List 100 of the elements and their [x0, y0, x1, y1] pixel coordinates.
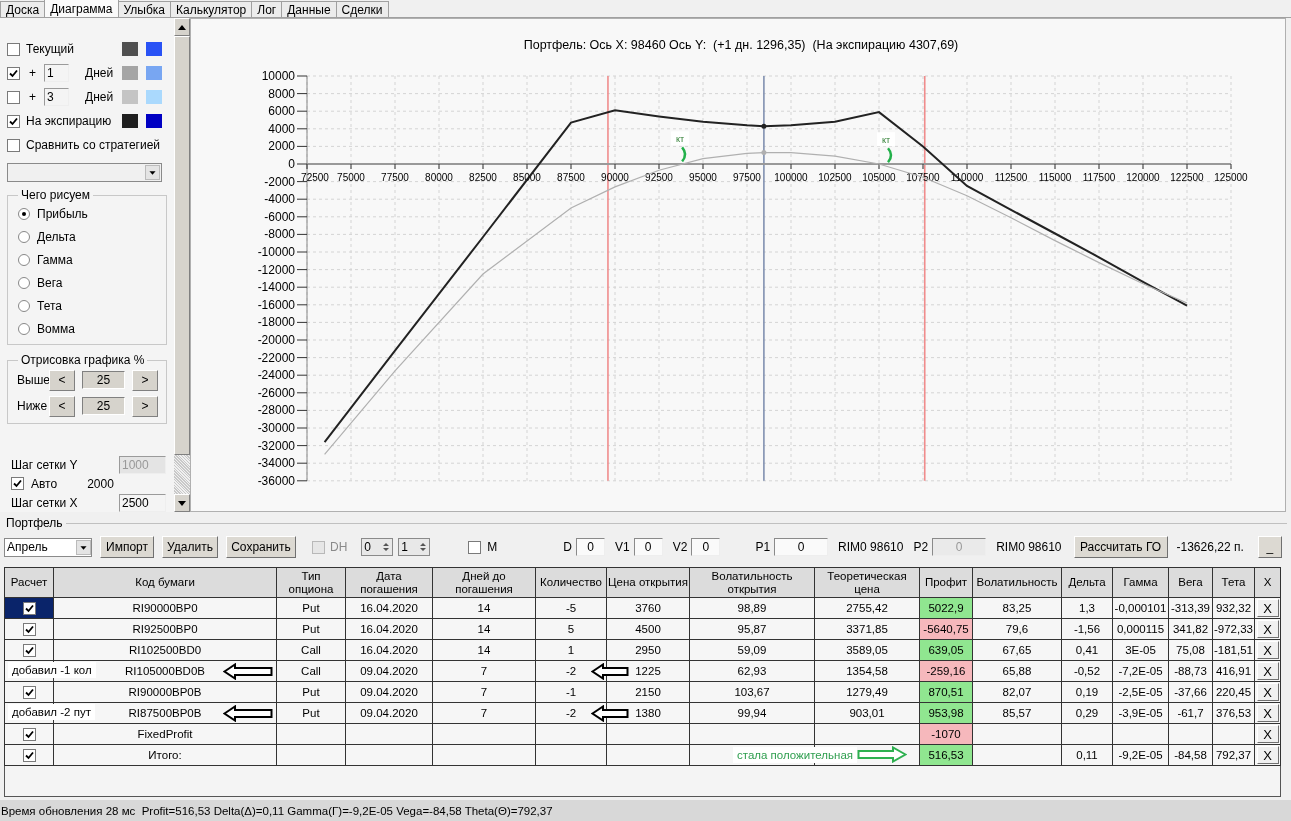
selector-cell[interactable]: [4, 639, 54, 661]
tick-label: 0: [288, 157, 295, 171]
column-header: Волатильность открытия: [689, 567, 815, 598]
selector-cell[interactable]: [4, 681, 54, 703]
tab[interactable]: Лог: [251, 1, 283, 17]
color-swatch[interactable]: [122, 114, 138, 128]
selector-cell[interactable]: [4, 618, 54, 640]
checkbox[interactable]: [22, 748, 36, 762]
column-header: Дельта: [1061, 567, 1113, 598]
tick-label: -22000: [257, 350, 295, 365]
selector-cell[interactable]: [4, 744, 54, 766]
spin-field[interactable]: 0: [361, 538, 394, 556]
tick-label: 6000: [268, 104, 295, 119]
tick-label: 80000: [425, 172, 453, 183]
tab[interactable]: Калькулятор: [170, 1, 253, 17]
delete-button[interactable]: X: [1256, 725, 1279, 743]
checkbox[interactable]: [7, 42, 20, 56]
delete-button[interactable]: X: [1256, 746, 1279, 764]
checkbox[interactable]: [468, 540, 482, 554]
annotation: кт: [676, 134, 685, 145]
tick-label: -20000: [257, 333, 295, 347]
selector-cell[interactable]: [4, 597, 54, 619]
radio-button[interactable]: [18, 230, 30, 243]
table-cell: RI102500BD0: [53, 639, 277, 661]
column-header: X: [1254, 567, 1281, 598]
grid-label: Шаг сетки X: [11, 495, 78, 510]
checkbox[interactable]: [7, 66, 20, 80]
input-field[interactable]: 0: [633, 538, 663, 556]
toolbar-button[interactable]: Удалить: [162, 536, 218, 558]
scroll-up-button[interactable]: [174, 18, 190, 36]
checkbox[interactable]: [22, 622, 36, 636]
column-header: Профит: [919, 567, 973, 598]
decrease-button[interactable]: <: [49, 369, 75, 391]
step-label: Выше: [17, 373, 49, 387]
point-marker: [761, 150, 767, 156]
calculate-button[interactable]: Рассчитать ГО: [1073, 536, 1168, 558]
ticker-label: RIM0 98610: [996, 540, 1062, 554]
input-field[interactable]: 0: [774, 538, 829, 556]
days-field[interactable]: 3: [44, 88, 69, 106]
tab[interactable]: Улыбка: [117, 1, 172, 17]
grid-field[interactable]: 2500: [119, 493, 166, 512]
month-dropdown[interactable]: Апрель: [4, 537, 92, 557]
checkbox[interactable]: [7, 114, 20, 128]
delete-button[interactable]: X: [1256, 599, 1279, 617]
decrease-button[interactable]: <: [49, 395, 75, 417]
checkbox[interactable]: [22, 601, 36, 615]
checkbox[interactable]: [22, 685, 36, 699]
scrollbar-thumb[interactable]: [174, 36, 190, 455]
tick-label: 105000: [862, 172, 896, 183]
tab[interactable]: Диаграмма: [44, 0, 119, 17]
selector-cell[interactable]: [4, 723, 54, 745]
tick-label: -2000: [264, 174, 295, 189]
input-field[interactable]: 0: [576, 538, 605, 556]
increase-button[interactable]: >: [132, 395, 158, 417]
radio-label: Дельта: [37, 229, 76, 244]
checkbox[interactable]: [11, 477, 24, 490]
tick-label: -16000: [257, 297, 295, 312]
radio-button[interactable]: [18, 322, 30, 335]
checkbox[interactable]: [22, 643, 36, 657]
strategy-dropdown[interactable]: [7, 163, 162, 182]
color-swatch[interactable]: [122, 42, 138, 56]
tick-label: -32000: [257, 438, 295, 453]
delete-button[interactable]: X: [1256, 641, 1279, 659]
section-title: Портфель: [6, 516, 63, 530]
tab[interactable]: Данные: [281, 1, 337, 17]
tab[interactable]: Сделки: [335, 1, 389, 17]
checkbox[interactable]: [22, 727, 36, 741]
days-field[interactable]: 1: [44, 64, 69, 82]
radio-button[interactable]: [18, 276, 30, 289]
radio-button[interactable]: [18, 253, 30, 266]
color-swatch[interactable]: [122, 66, 138, 80]
color-swatch[interactable]: [146, 90, 162, 104]
group-title: Отрисовка графика %: [20, 353, 146, 367]
input-field[interactable]: 0: [691, 538, 721, 556]
toolbar-button[interactable]: Сохранить: [226, 536, 296, 558]
tick-label: 92500: [645, 172, 673, 183]
delete-button[interactable]: X: [1256, 683, 1279, 701]
spin-field[interactable]: 1: [398, 538, 431, 556]
scroll-down-button[interactable]: [174, 494, 190, 512]
delete-button[interactable]: X: [1256, 620, 1279, 638]
delete-button[interactable]: X: [1256, 662, 1279, 680]
radio-button[interactable]: [18, 299, 30, 312]
toolbar-button[interactable]: Импорт: [100, 536, 154, 558]
tick-label: 102500: [818, 172, 852, 183]
radio-button[interactable]: [18, 207, 30, 220]
delete-button[interactable]: X: [1256, 704, 1279, 722]
color-swatch[interactable]: [146, 42, 162, 56]
days-label: Дней: [85, 90, 114, 104]
minimize-button[interactable]: _: [1257, 536, 1282, 558]
auto-value: 2000: [87, 476, 114, 491]
increase-button[interactable]: >: [132, 369, 158, 391]
color-swatch[interactable]: [146, 114, 162, 128]
column-header: Количество: [535, 567, 607, 598]
checkbox[interactable]: [7, 90, 20, 104]
tick-label: 75000: [337, 172, 365, 183]
color-swatch[interactable]: [146, 66, 162, 80]
radio-label: Прибыль: [37, 206, 88, 221]
color-swatch[interactable]: [122, 90, 138, 104]
checkbox[interactable]: [7, 138, 20, 152]
tab[interactable]: Доска: [0, 1, 46, 17]
